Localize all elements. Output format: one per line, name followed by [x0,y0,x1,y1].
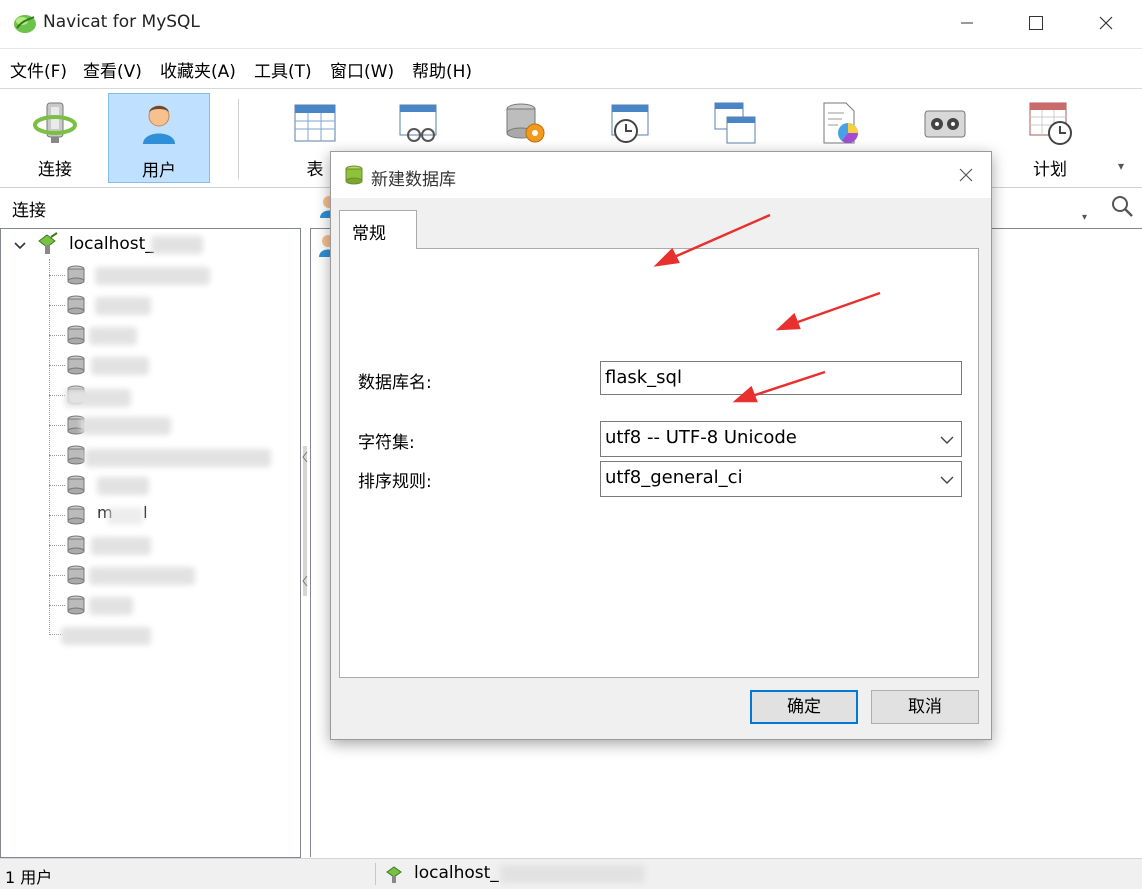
database-icon [67,535,85,555]
database-icon [67,595,85,615]
window-title: Navicat for MySQL [43,12,200,32]
connection-icon [386,866,402,883]
backup-icon [924,110,966,138]
close-button[interactable] [1071,0,1141,46]
collation-label: 排序规则: [358,472,432,492]
dialog-title-bar: 新建数据库 [331,152,991,198]
tab-general[interactable]: 常规 [339,210,417,249]
maximize-button[interactable] [1001,0,1071,46]
dialog-content: 数据库名: flask_sql 字符集: utf8 -- UTF-8 Unico… [339,248,979,678]
database-icon [67,355,85,375]
db-name-value: flask_sql [605,367,682,388]
toolbar-separator [238,99,239,179]
ok-button[interactable]: 确定 [750,690,858,724]
tree-guide-line [49,259,50,635]
user-button[interactable]: 用户 [108,93,210,183]
redacted-text [151,236,203,254]
database-icon [67,505,85,525]
cancel-button[interactable]: 取消 [871,690,979,724]
menu-tools[interactable]: 工具(T) [254,57,312,82]
menu-bar: 文件(F) 查看(V) 收藏夹(A) 工具(T) 窗口(W) 帮助(H) [0,48,1142,89]
chevron-down-icon [940,436,954,444]
menu-favorites[interactable]: 收藏夹(A) [160,57,236,82]
plug-icon [33,102,77,143]
dialog-close-button[interactable] [951,160,981,190]
database-icon [67,325,85,345]
schedule-icon [1029,102,1072,145]
menu-window[interactable]: 窗口(W) [330,57,394,82]
database-icon [67,295,85,315]
charset-select[interactable]: utf8 -- UTF-8 Unicode [600,421,962,457]
panel-splitter[interactable] [301,446,309,596]
chevron-down-icon [940,476,954,484]
connect-label: 连接 [38,160,72,180]
collation-select[interactable]: utf8_general_ci [600,461,962,497]
user-label: 用户 [142,161,176,181]
charset-label: 字符集: [358,433,415,453]
close-icon [1099,16,1113,30]
navicat-logo-icon [14,15,36,33]
database-icon [67,475,85,495]
event-icon [611,104,649,143]
db-name-input[interactable]: flask_sql [600,361,962,395]
charset-value: utf8 -- UTF-8 Unicode [605,427,797,448]
tab-general-label: 常规 [352,224,386,244]
status-separator [375,863,376,885]
new-database-dialog: 新建数据库 常规 数据库名: flask_sql 字符集: utf8 -- UT… [330,151,992,740]
connection-panel-header: 连接 [0,190,300,224]
toolbar-overflow-icon[interactable]: ▾ [1118,159,1124,173]
chevron-down-icon[interactable] [13,241,27,251]
connect-button[interactable]: 连接 [5,89,105,185]
collation-value: utf8_general_ci [605,467,743,488]
chevron-down-icon[interactable]: ▾ [1082,212,1087,223]
minimize-button[interactable] [932,0,1002,46]
database-icon [67,265,85,285]
redacted-text [61,627,151,645]
connection-icon [38,232,58,254]
schedule-label: 计划 [1033,160,1067,180]
connection-name[interactable]: localhost_ [69,234,154,254]
search-icon[interactable] [1110,194,1134,218]
redacted-text [500,865,645,883]
status-connection: localhost_ [414,863,499,883]
status-count: 1 用户 [5,868,53,887]
menu-help[interactable]: 帮助(H) [412,57,472,82]
database-icon [67,445,85,465]
menu-file[interactable]: 文件(F) [10,57,67,82]
dialog-title: 新建数据库 [371,170,456,190]
minimize-icon [961,22,973,24]
user-icon [143,105,175,144]
connection-tree[interactable]: localhost_ m l [0,228,301,858]
database-icon [67,565,85,585]
close-icon [959,168,973,182]
schedule-button[interactable]: 计划 [1000,89,1100,185]
maximize-icon [1029,16,1043,30]
title-bar: Navicat for MySQL [0,0,1142,46]
report-icon [823,102,858,144]
view-icon [399,104,437,142]
connection-header-label: 连接 [12,201,46,221]
menu-view[interactable]: 查看(V) [83,57,142,82]
status-bar: 1 用户 localhost_ [0,858,1142,889]
table-icon [294,104,336,142]
function-icon [506,103,545,143]
query-icon [714,102,756,144]
database-icon [345,165,363,185]
db-name-label: 数据库名: [358,373,432,393]
